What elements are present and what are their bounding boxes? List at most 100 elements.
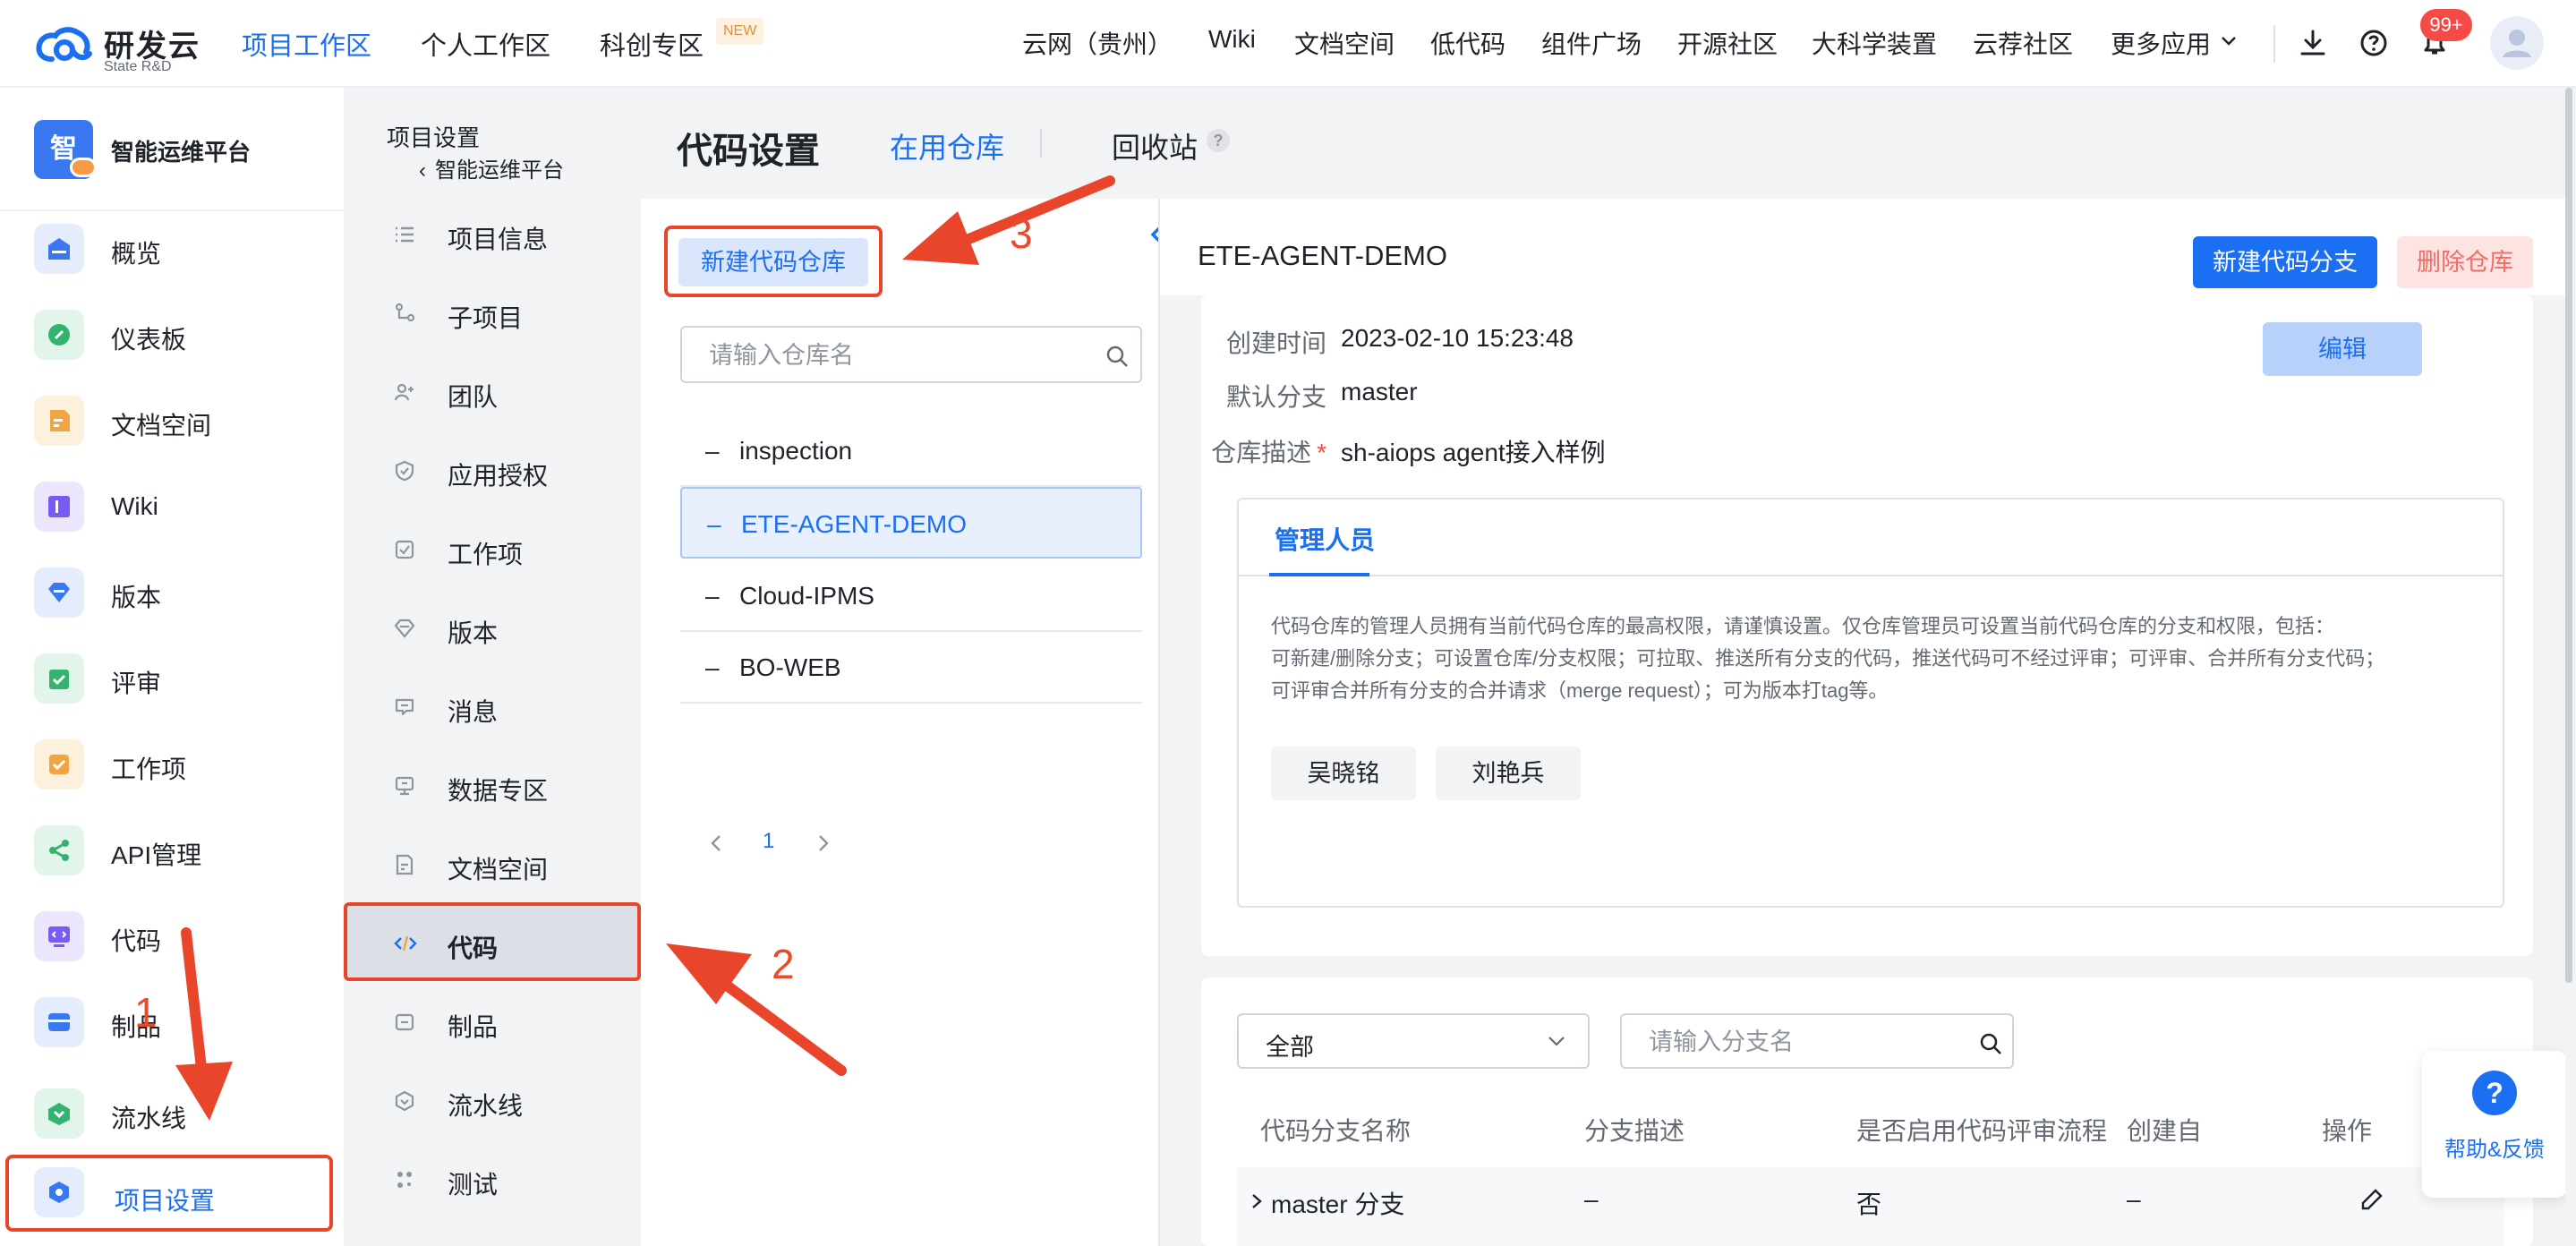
user-avatar-icon[interactable] <box>2490 16 2544 70</box>
nav-lowcode[interactable]: 低代码 <box>1430 25 1506 61</box>
brand-logo[interactable]: 研发云 State R&D <box>34 18 204 74</box>
settings-item-doc-space[interactable]: 文档空间 <box>344 831 641 899</box>
sidebar-item-artifact[interactable]: 制品 <box>34 992 329 1051</box>
branch-name: master 分支 <box>1271 1191 1405 1218</box>
annotation-highlight-box: 新建代码仓库 <box>664 226 883 297</box>
settings-item-code[interactable]: 代码 <box>344 902 641 981</box>
settings-item-label: 数据专区 <box>448 777 549 805</box>
nav-component-square[interactable]: 组件广场 <box>1541 25 1642 61</box>
pipeline-outline-icon <box>395 1090 414 1112</box>
sidebar-item-version[interactable]: 版本 <box>34 562 329 621</box>
settings-item-project-info[interactable]: 项目信息 <box>344 201 641 269</box>
sidebar-item-code[interactable]: 代码 <box>34 906 329 965</box>
repo-search-input[interactable] <box>709 340 1094 371</box>
repo-list-item[interactable]: – inspection <box>680 415 1142 487</box>
question-icon[interactable]: ? <box>1207 129 1230 152</box>
settings-item-workitem[interactable]: 工作项 <box>344 516 641 584</box>
nav-personal-workspace[interactable]: 个人工作区 <box>421 25 550 63</box>
settings-item-artifact[interactable]: 制品 <box>344 988 641 1056</box>
nav-innovation-zone[interactable]: 科创专区 <box>600 25 704 63</box>
tab-admins[interactable]: 管理人员 <box>1275 521 1375 557</box>
download-icon[interactable] <box>2297 27 2329 59</box>
nav-cloudnet[interactable]: 云网（贵州） <box>1022 25 1173 61</box>
settings-sidebar: 项目设置 ‹ 智能运维平台 项目信息 子项目 团队 应用授权 工作项 版本 消息 … <box>344 88 641 1246</box>
nav-open-source[interactable]: 开源社区 <box>1677 25 1778 61</box>
sidebar-item-docs[interactable]: 文档空间 <box>34 390 329 449</box>
top-navbar: 研发云 State R&D 项目工作区 个人工作区 科创专区 NEW 云网（贵州… <box>0 0 2576 88</box>
edit-button[interactable]: 编辑 <box>2263 322 2422 376</box>
list-icon <box>396 226 414 243</box>
admin-desc-line: 可新建/删除分支；可设置仓库/分支权限；可拉取、推送所有分支的代码，推送代码可不… <box>1271 647 2385 670</box>
settings-item-label: 版本 <box>448 619 499 647</box>
settings-item-message[interactable]: 消息 <box>344 673 641 741</box>
admin-tabbar: 管理人员 <box>1239 499 2503 576</box>
doc-outline-icon <box>396 854 414 875</box>
settings-item-subproject[interactable]: 子项目 <box>344 279 641 347</box>
new-branch-button[interactable]: 新建代码分支 <box>2193 236 2377 288</box>
nav-more-apps[interactable]: 更多应用 <box>2111 25 2211 61</box>
help-feedback-button[interactable]: ? 帮助&反馈 <box>2422 1051 2567 1198</box>
chevron-down-icon[interactable] <box>2218 30 2239 52</box>
settings-item-label: 工作项 <box>448 541 524 568</box>
info-value: sh-aiops agent接入样例 <box>1341 439 1606 466</box>
settings-item-team[interactable]: 团队 <box>344 358 641 426</box>
api-icon <box>34 825 84 875</box>
sidebar-item-review[interactable]: 评审 <box>34 648 329 707</box>
edit-icon[interactable] <box>2359 1187 2384 1212</box>
overview-icon <box>34 224 84 274</box>
chevron-left-icon[interactable] <box>707 832 725 854</box>
chevron-right-icon[interactable] <box>1250 1192 1264 1210</box>
sidebar-item-workitem[interactable]: 工作项 <box>34 734 329 793</box>
branch-search-input[interactable] <box>1649 1028 1962 1056</box>
search-icon[interactable] <box>1978 1031 2003 1056</box>
column-header: 分支描述 <box>1584 1117 1685 1145</box>
sidebar-item-wiki[interactable]: Wiki <box>34 476 329 535</box>
repo-list-item-selected[interactable]: – ETE-AGENT-DEMO <box>680 487 1142 559</box>
sidebar-item-api[interactable]: API管理 <box>34 820 329 879</box>
page-number[interactable]: 1 <box>763 829 774 854</box>
settings-item-pipeline[interactable]: 流水线 <box>344 1067 641 1135</box>
nav-project-workspace[interactable]: 项目工作区 <box>242 25 371 63</box>
help-circle-icon[interactable] <box>2358 27 2390 59</box>
repo-list-item[interactable]: – BO-WEB <box>680 632 1142 704</box>
branch-filter-select[interactable]: 全部 <box>1237 1013 1590 1069</box>
scrollbar[interactable] <box>2565 88 2576 1246</box>
settings-item-label: 项目信息 <box>448 226 549 253</box>
sidebar-item-project-settings[interactable]: 项目设置 <box>5 1155 333 1232</box>
nav-science-facility[interactable]: 大科学装置 <box>1812 25 1937 61</box>
branch-review: 否 <box>1856 1191 1882 1218</box>
settings-item-data-zone[interactable]: 数据专区 <box>344 752 641 820</box>
sidebar-item-dashboard[interactable]: 仪表板 <box>34 304 329 363</box>
tab-recycle-bin[interactable]: 回收站 <box>1112 125 1198 166</box>
settings-item-label: 制品 <box>448 1013 499 1041</box>
admin-description: 代码仓库的管理人员拥有当前代码仓库的最高权限，请谨慎设置。仅仓库管理员可设置当前… <box>1271 610 2488 707</box>
divider <box>0 209 344 211</box>
admin-desc-line: 代码仓库的管理人员拥有当前代码仓库的最高权限，请谨慎设置。仅仓库管理员可设置当前… <box>1271 615 2335 637</box>
settings-item-label: 子项目 <box>448 304 524 332</box>
sidebar-item-overview[interactable]: 概览 <box>34 218 329 277</box>
tab-active-repos[interactable]: 在用仓库 <box>890 125 1004 166</box>
table-row[interactable]: master 分支 – 否 – <box>1237 1167 2504 1246</box>
settings-item-app-auth[interactable]: 应用授权 <box>344 437 641 505</box>
sidebar-item-label: 仪表板 <box>111 326 187 354</box>
sidebar-item-label: 工作项 <box>111 755 187 783</box>
settings-item-version[interactable]: 版本 <box>344 594 641 662</box>
message-icon <box>395 698 414 716</box>
scrollbar-thumb[interactable] <box>2565 88 2572 983</box>
member-chip[interactable]: 吴晓铭 <box>1271 747 1416 800</box>
delete-repo-button[interactable]: 删除仓库 <box>2397 236 2533 288</box>
member-chip[interactable]: 刘艳兵 <box>1436 747 1581 800</box>
search-icon[interactable] <box>1105 344 1130 369</box>
tree-dash: – <box>705 653 720 681</box>
nav-wiki[interactable]: Wiki <box>1208 25 1256 54</box>
back-to-project-link[interactable]: ‹ 智能运维平台 <box>419 152 564 183</box>
chevron-right-icon[interactable] <box>815 832 832 854</box>
repo-list-item[interactable]: – Cloud-IPMS <box>680 560 1142 632</box>
settings-item-test[interactable]: 测试 <box>344 1146 641 1214</box>
sidebar-item-pipeline[interactable]: 流水线 <box>34 1083 329 1142</box>
nav-yunjian-community[interactable]: 云荐社区 <box>1973 25 2073 61</box>
nav-doc-space[interactable]: 文档空间 <box>1294 25 1395 61</box>
project-logo: 智 <box>34 120 97 179</box>
new-repo-button[interactable]: 新建代码仓库 <box>678 238 868 286</box>
column-header: 操作 <box>2322 1117 2373 1145</box>
